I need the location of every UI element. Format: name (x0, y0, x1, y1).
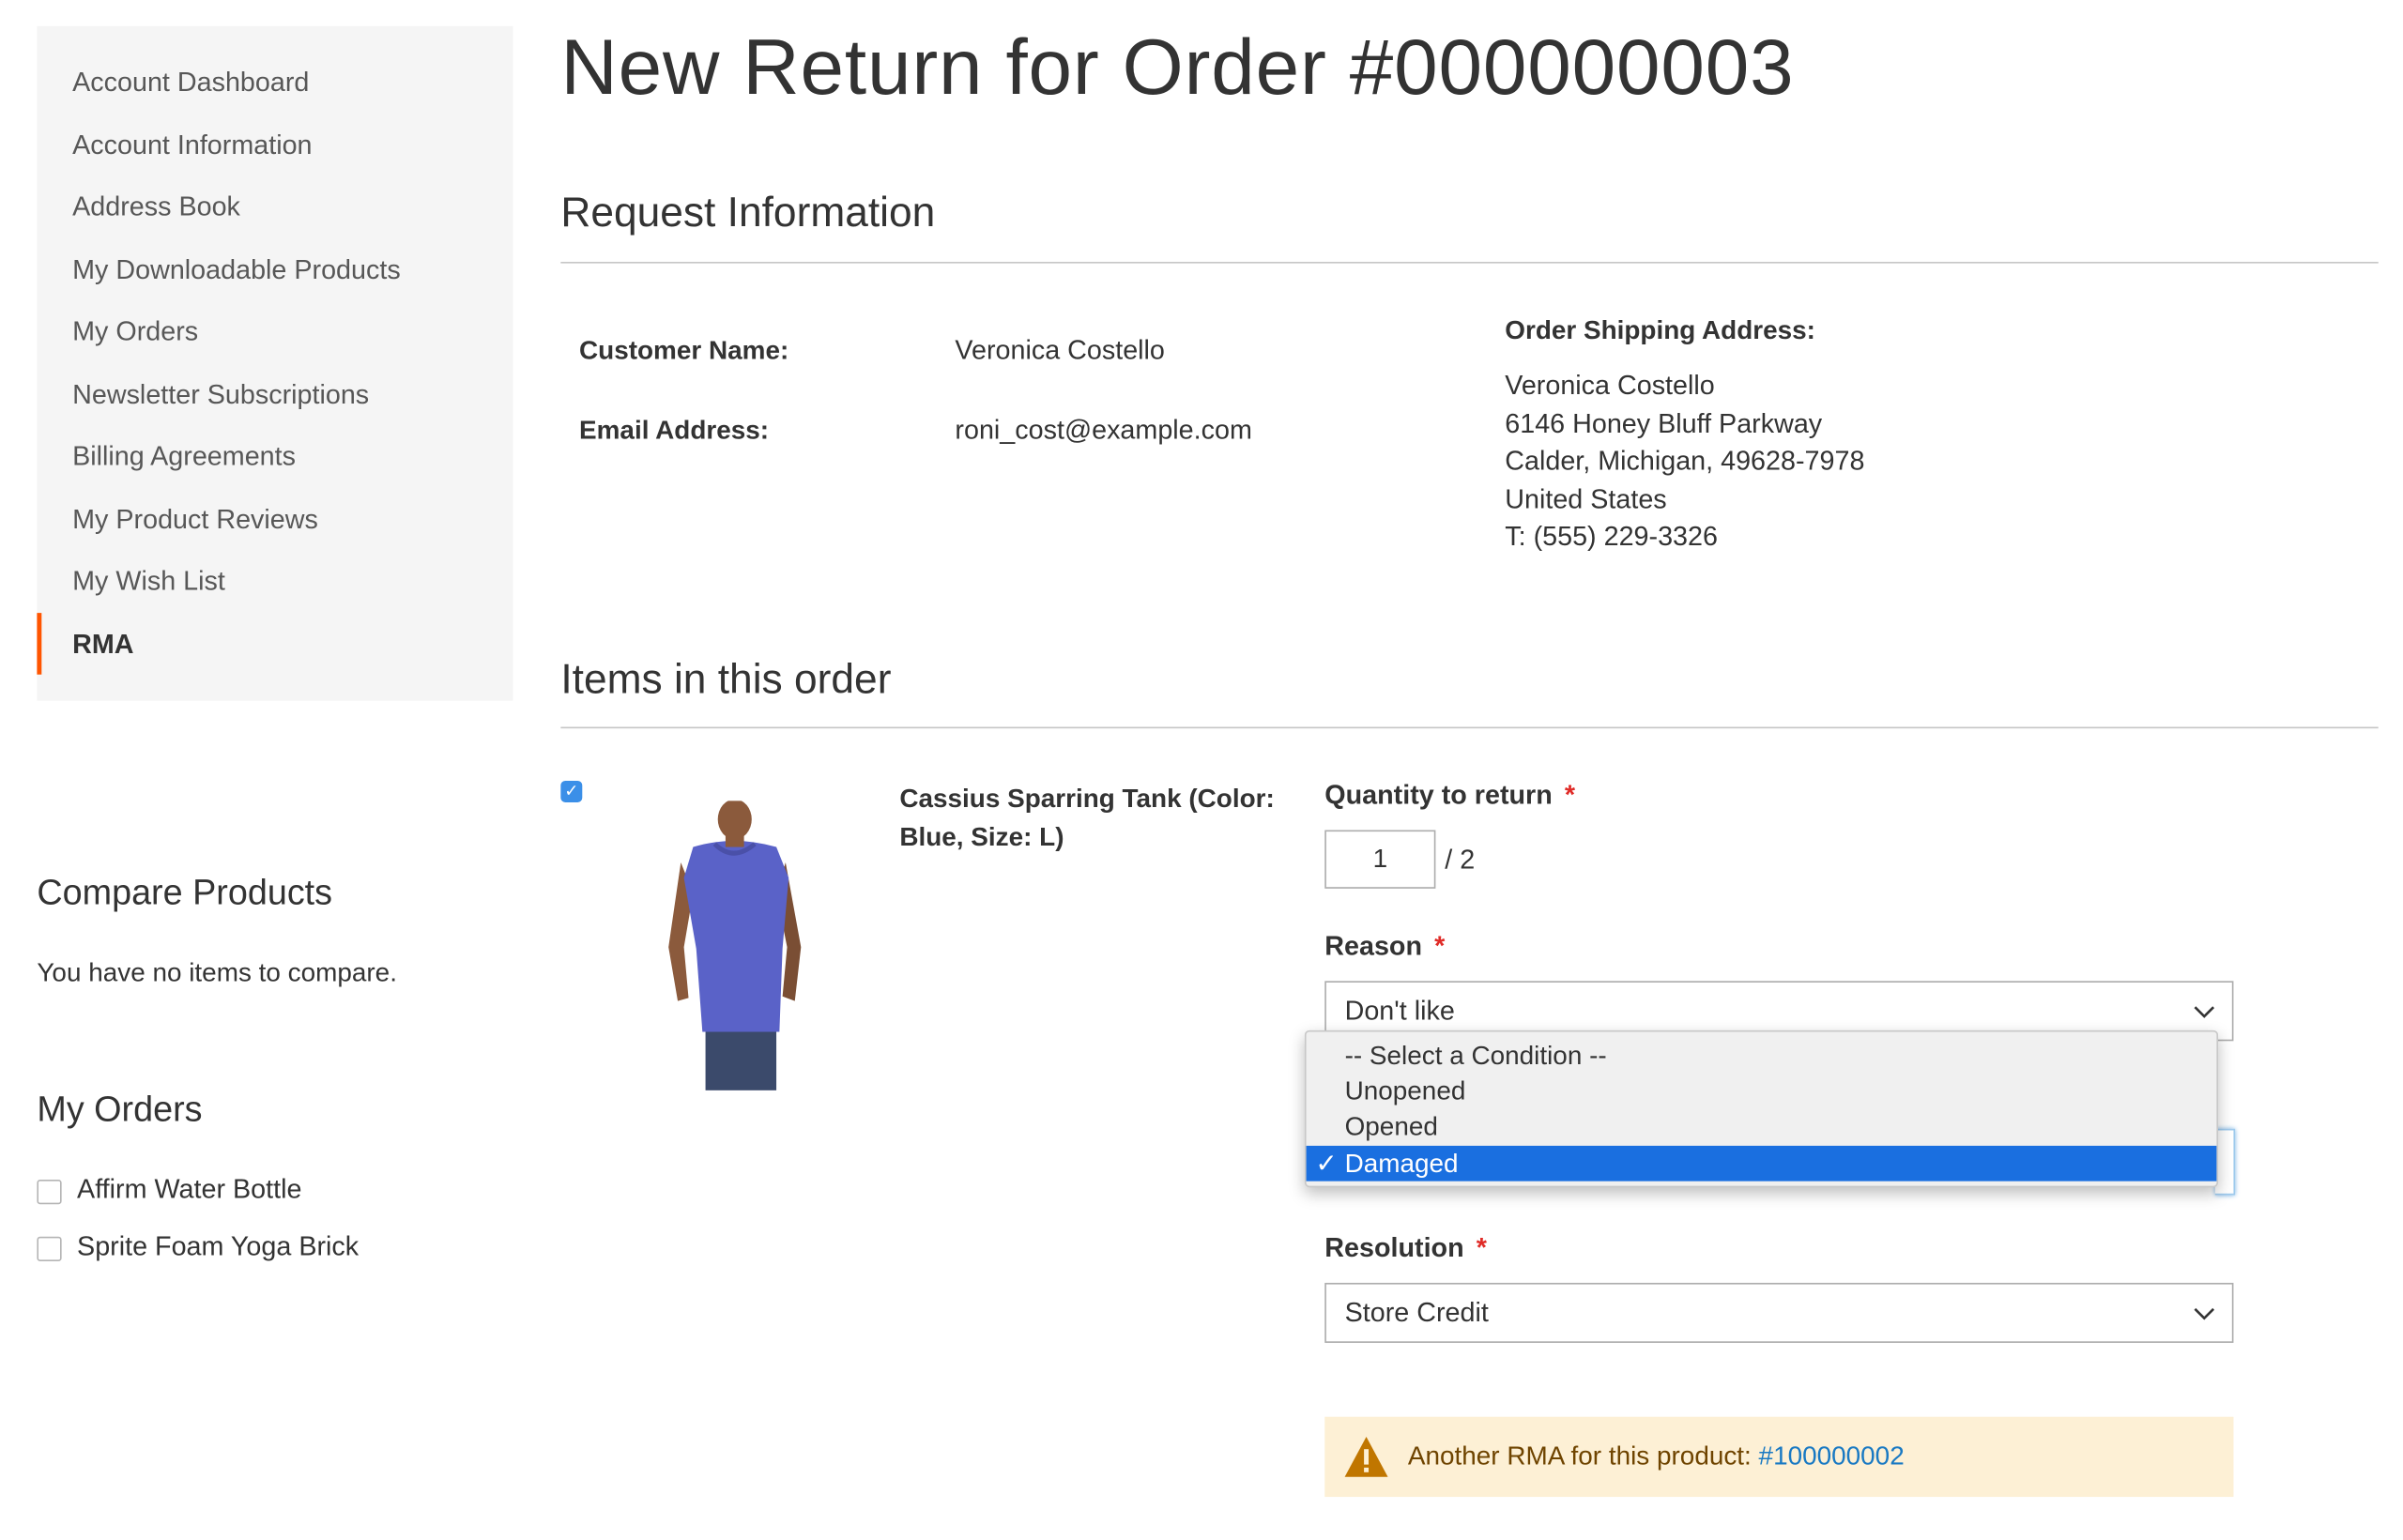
address-line: United States (1505, 483, 1667, 515)
condition-option[interactable]: Opened (1307, 1109, 2217, 1145)
condition-option[interactable]: Unopened (1307, 1074, 2217, 1109)
customer-name-value: Veronica Costello (955, 334, 1165, 365)
reorder-checkbox[interactable] (37, 1180, 62, 1205)
product-name: Cassius Sparring Tank (Color: Blue, Size… (899, 784, 1275, 852)
sidebar-item-billing-agreements[interactable]: Billing Agreements (37, 425, 513, 487)
sidebar-item-product-reviews[interactable]: My Product Reviews (37, 488, 513, 550)
page-title: New Return for Order #000000003 (560, 23, 1795, 112)
rma-warning-notice: Another RMA for this product: #100000002 (1324, 1416, 2234, 1498)
resolution-select[interactable]: Store Credit (1324, 1282, 2234, 1343)
warning-icon (1344, 1437, 1388, 1477)
email-value: roni_cost@example.com (955, 414, 1252, 446)
sidebar-item-my-orders[interactable]: My Orders (37, 300, 513, 362)
sidebar-item-wish-list[interactable]: My Wish List (37, 550, 513, 612)
rma-warning-message: Another RMA for this product: (1407, 1441, 1759, 1471)
product-image (668, 800, 802, 1090)
reorder-item-label: Affirm Water Bottle (77, 1173, 302, 1205)
address-phone: T: (555) 229-3326 (1505, 520, 1718, 552)
required-marker: * (1564, 779, 1576, 811)
reason-select-value: Don't like (1344, 995, 1455, 1026)
items-in-order-title: Items in this order (560, 656, 892, 703)
reorder-item-label: Sprite Foam Yoga Brick (77, 1230, 360, 1261)
existing-rma-link[interactable]: #100000002 (1759, 1441, 1905, 1471)
sidebar-item-rma: RMA (37, 613, 513, 675)
sidebar-item-account-dashboard[interactable]: Account Dashboard (37, 51, 513, 113)
required-marker: * (1434, 930, 1446, 961)
quantity-label-text: Quantity to return (1324, 779, 1553, 811)
sidebar-item-newsletter[interactable]: Newsletter Subscriptions (37, 363, 513, 425)
compare-products-title: Compare Products (37, 871, 333, 912)
resolution-select-value: Store Credit (1344, 1296, 1489, 1328)
chevron-down-icon (2194, 1006, 2215, 1018)
resolution-label-text: Resolution (1324, 1231, 1464, 1263)
resolution-label: Resolution * (1324, 1232, 1487, 1264)
sidebar-item-account-information[interactable]: Account Information (37, 114, 513, 175)
sidebar-item-address-book[interactable]: Address Book (37, 175, 513, 237)
reason-label: Reason * (1324, 930, 1445, 962)
condition-option[interactable]: -- Select a Condition -- (1307, 1038, 2217, 1074)
account-sidebar-nav: Account Dashboard Account Information Ad… (37, 25, 513, 701)
email-label: Email Address: (579, 416, 770, 446)
customer-name-label: Customer Name: (579, 335, 789, 365)
compare-empty-text: You have no items to compare. (37, 957, 397, 987)
condition-option-label: Damaged (1344, 1149, 1459, 1179)
sidebar-item-downloadable-products[interactable]: My Downloadable Products (37, 238, 513, 300)
section-divider (560, 261, 2379, 264)
return-item-checkbox[interactable]: ✓ (560, 780, 583, 802)
request-information-title: Request Information (560, 189, 936, 236)
condition-option-selected[interactable]: ✓ Damaged (1306, 1145, 2217, 1182)
quantity-label: Quantity to return * (1324, 779, 1575, 811)
quantity-total: / 2 (1445, 844, 1476, 876)
required-marker: * (1476, 1231, 1487, 1263)
chevron-down-icon (2194, 1307, 2215, 1320)
shipping-address-label: Order Shipping Address: (1505, 315, 1815, 345)
address-line: Calder, Michigan, 49628-7978 (1505, 445, 1865, 477)
address-line: 6146 Honey Bluff Parkway (1505, 407, 1823, 439)
quantity-input[interactable]: 1 (1324, 830, 1436, 889)
rma-warning-text: Another RMA for this product: #100000002 (1408, 1441, 1905, 1472)
reason-label-text: Reason (1324, 930, 1423, 961)
section-divider (560, 726, 2379, 729)
condition-dropdown-menu: -- Select a Condition -- Unopened Opened… (1304, 1029, 2219, 1188)
my-orders-title: My Orders (37, 1089, 203, 1129)
address-line: Veronica Costello (1505, 369, 1715, 401)
reorder-checkbox[interactable] (37, 1236, 62, 1261)
page-root: Account Dashboard Account Information Ad… (0, 0, 2403, 1540)
checkmark-icon: ✓ (1315, 1149, 1338, 1179)
